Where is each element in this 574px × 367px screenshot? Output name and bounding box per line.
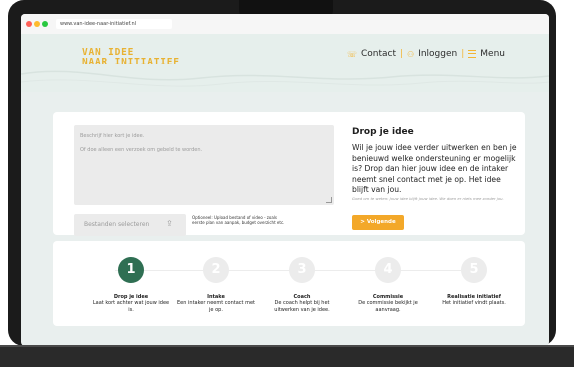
idea-description-textarea[interactable]: Beschrijf hier kort je idee. Of doe alle… — [74, 125, 334, 205]
address-bar[interactable]: www.van-idee-naar-initiatief.nl — [56, 19, 172, 29]
phone-icon: ☏ — [346, 49, 357, 59]
nav-contact-link[interactable]: Contact — [361, 49, 396, 59]
main-nav: ☏ Contact | ⚇ Inloggen | Menu — [347, 49, 505, 59]
nav-divider: | — [399, 49, 404, 59]
laptop-base — [0, 345, 574, 367]
select-files-button[interactable]: Bestanden selecteren ⇪ — [74, 214, 186, 236]
header-wave-decoration — [21, 64, 549, 87]
nav-login-link[interactable]: Inloggen — [418, 49, 457, 59]
nav-divider: | — [461, 49, 465, 59]
upload-icon: ⇪ — [166, 219, 173, 228]
minimize-window-icon[interactable] — [34, 21, 40, 27]
idea-form-card: Beschrijf hier kort je idee. Of doe alle… — [53, 112, 525, 236]
laptop-screen: www.van-idee-naar-initiatief.nl VAN IDEE… — [21, 14, 549, 346]
step-5-description: Het initiatief vindt plaats. — [442, 300, 506, 306]
file-upload-note: Optioneel: Upload bestand of video - zoa… — [192, 215, 285, 225]
step-3-description: De coach helpt bij het uitwerken van je … — [274, 300, 330, 313]
steps-connector-line — [115, 270, 461, 271]
hamburger-menu-icon[interactable] — [468, 50, 477, 58]
step-1-description: Laat kort achter wat jouw idee is. — [92, 300, 170, 313]
step-2-description: Een intaker neemt contact met je op. — [177, 300, 255, 313]
textarea-placeholder-line-2: Of doe alleen een verzoek om gebeld te w… — [80, 147, 203, 153]
privacy-note: Goed om te weten: Jouw idee blijft jouw … — [352, 196, 504, 201]
drop-idea-description: Wil je jouw idee verder uitwerken en ben… — [352, 143, 517, 195]
step-3-circle: 3 — [289, 257, 315, 283]
select-files-label: Bestanden selecteren — [84, 221, 150, 228]
resize-handle-icon[interactable] — [326, 197, 332, 203]
step-4-circle: 4 — [375, 257, 401, 283]
user-icon: ⚇ — [407, 49, 415, 59]
drop-idea-title: Drop je idee — [352, 127, 414, 137]
step-2-circle: 2 — [203, 257, 229, 283]
textarea-placeholder-line-1: Beschrijf hier kort je idee. — [80, 133, 145, 139]
process-steps-card: 1 Drop je idee Laat kort achter wat jouw i… — [53, 241, 525, 326]
step-1-circle: 1 — [118, 257, 144, 283]
maximize-window-icon[interactable] — [42, 21, 48, 27]
next-button[interactable]: > Volgende — [352, 215, 404, 230]
nav-menu-link[interactable]: Menu — [480, 49, 505, 59]
browser-bar: www.van-idee-naar-initiatief.nl — [21, 14, 549, 35]
close-window-icon[interactable] — [26, 21, 32, 27]
laptop-hinge — [0, 345, 574, 347]
step-4-description: De commissie bekijkt je aanvraag. — [358, 300, 418, 313]
laptop-frame: www.van-idee-naar-initiatief.nl VAN IDEE… — [8, 0, 556, 346]
step-5-circle: 5 — [461, 257, 487, 283]
